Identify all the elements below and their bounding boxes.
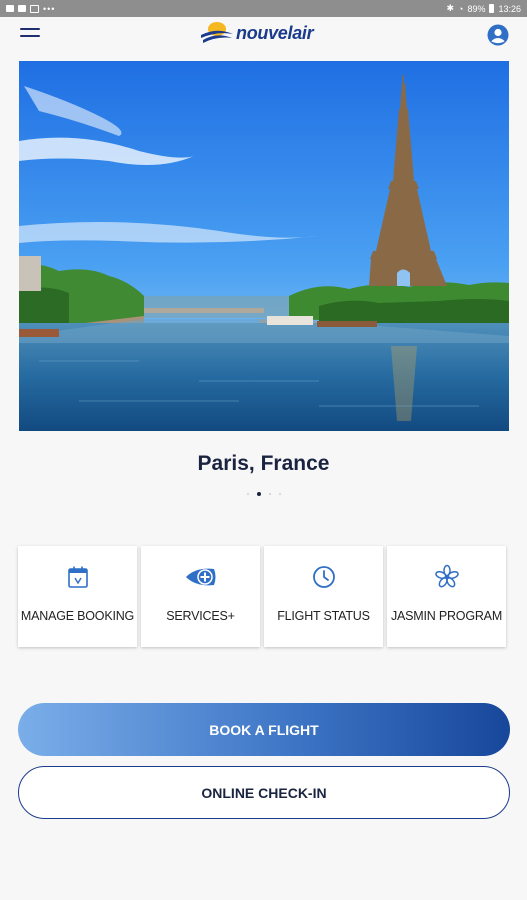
logo-text: nouvelair xyxy=(236,22,314,43)
clock-icon xyxy=(312,564,336,590)
logo-icon xyxy=(201,22,233,43)
online-checkin-button[interactable]: ONLINE CHECK-IN xyxy=(18,766,510,819)
nouvelair-logo: nouvelair xyxy=(200,21,314,45)
flight-status-card[interactable]: FLIGHT STATUS xyxy=(264,546,383,647)
carousel-dot[interactable] xyxy=(278,493,281,495)
notification-icon xyxy=(18,5,26,12)
book-flight-button[interactable]: BOOK A FLIGHT xyxy=(18,703,510,756)
quick-actions: MANAGE BOOKING SERVICES+ FLIGHT STATUS J… xyxy=(18,546,509,647)
jasmine-flower-icon xyxy=(434,564,460,590)
user-icon xyxy=(487,24,509,46)
status-bar: ••• ✱ ◔ 89% 13:26 xyxy=(0,0,527,17)
services-plus-icon xyxy=(184,564,218,590)
jasmin-program-label: JASMIN PROGRAM xyxy=(390,609,503,623)
app-header: nouvelair xyxy=(0,17,527,57)
hamburger-icon xyxy=(20,35,40,37)
destination-title: Paris, France xyxy=(197,452,330,475)
clock-time: 13:26 xyxy=(498,3,521,14)
hamburger-icon xyxy=(20,28,40,30)
notification-icon xyxy=(6,5,14,12)
status-right: ✱ ◔ 89% 13:26 xyxy=(446,3,521,14)
bluetooth-icon: ✱ xyxy=(446,3,455,13)
calendar-icon xyxy=(67,564,89,590)
carousel-indicator xyxy=(0,492,527,496)
jasmin-program-card[interactable]: JASMIN PROGRAM xyxy=(387,546,506,647)
carousel-dot-active[interactable] xyxy=(256,492,261,496)
carousel-dot[interactable] xyxy=(268,493,271,495)
carousel-dot[interactable] xyxy=(246,493,249,495)
battery-icon xyxy=(489,4,495,13)
flight-status-label: FLIGHT STATUS xyxy=(277,609,370,623)
more-notifications-icon: ••• xyxy=(43,3,56,14)
account-button[interactable] xyxy=(487,24,509,46)
wifi-icon: ◔ xyxy=(458,3,464,14)
status-left: ••• xyxy=(6,4,55,14)
manage-booking-label: MANAGE BOOKING xyxy=(20,609,135,623)
paris-eiffel-tower-image xyxy=(19,61,509,431)
services-plus-card[interactable]: SERVICES+ xyxy=(141,546,260,647)
destination-carousel[interactable] xyxy=(19,61,509,431)
menu-button[interactable] xyxy=(20,28,42,46)
battery-percent: 89% xyxy=(467,3,486,14)
services-plus-label: SERVICES+ xyxy=(166,609,235,623)
app-notification-icon xyxy=(30,4,39,13)
manage-booking-card[interactable]: MANAGE BOOKING xyxy=(18,546,137,647)
